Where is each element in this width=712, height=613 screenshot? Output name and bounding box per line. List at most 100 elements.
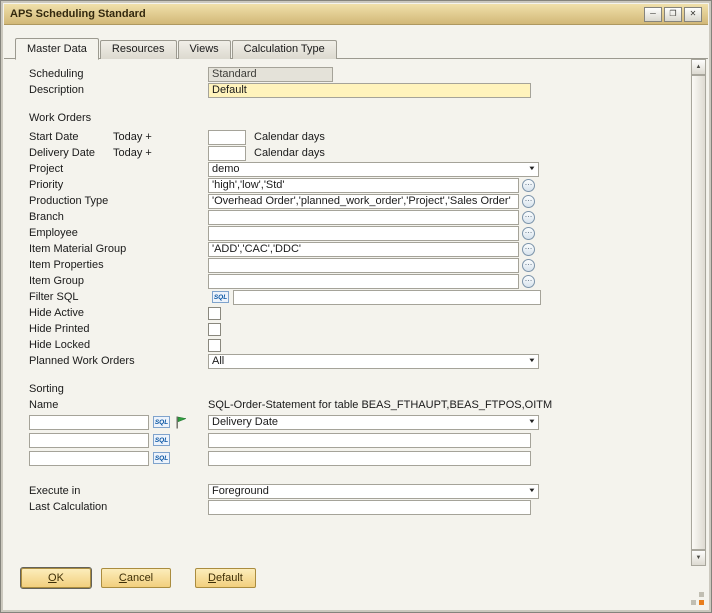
sql-icon[interactable]: SQL (153, 434, 170, 446)
tab-bar: Master Data Resources Views Calculation … (4, 37, 708, 59)
work-orders-section-title: Work Orders (29, 112, 91, 124)
sorting-order-dropdown-1[interactable]: Delivery Date ▼ (208, 415, 539, 430)
window-title: APS Scheduling Standard (10, 8, 146, 20)
sorting-name-input-2[interactable] (29, 433, 149, 448)
close-button[interactable]: ✕ (684, 7, 702, 22)
execute-in-dropdown[interactable]: Foreground ▼ (208, 484, 539, 499)
delivery-date-suffix: Calendar days (254, 147, 325, 159)
scheduling-label: Scheduling (29, 68, 208, 80)
item-properties-row: Item Properties … (29, 257, 672, 273)
chevron-down-icon: ▼ (528, 166, 536, 172)
filter-sql-row: Filter SQL SQL (29, 289, 672, 305)
selection-icon[interactable]: … (522, 179, 535, 192)
selection-icon[interactable]: … (522, 259, 535, 272)
chevron-down-icon: ▼ (528, 358, 536, 364)
planned-work-orders-dropdown[interactable]: All ▼ (208, 354, 539, 369)
priority-label: Priority (29, 179, 208, 191)
hide-active-row: Hide Active (29, 305, 672, 321)
employee-input[interactable] (208, 226, 519, 241)
hide-printed-row: Hide Printed (29, 321, 672, 337)
branch-label: Branch (29, 211, 208, 223)
tab-resources[interactable]: Resources (100, 40, 177, 59)
resize-grip[interactable] (691, 592, 705, 606)
branch-input[interactable] (208, 210, 519, 225)
item-group-label: Item Group (29, 275, 208, 287)
scrollbar-thumb[interactable] (691, 75, 706, 550)
scroll-up-button[interactable]: ▲ (691, 59, 706, 75)
selection-icon[interactable]: … (522, 227, 535, 240)
ok-button[interactable]: OK (21, 568, 91, 588)
sorting-row-3-left: SQL (29, 451, 208, 466)
description-row: Description (29, 82, 672, 98)
sorting-name-label: Name (29, 399, 208, 411)
last-calculation-row: Last Calculation (29, 499, 672, 515)
item-properties-label: Item Properties (29, 259, 208, 271)
vertical-scrollbar[interactable]: ▲ ▼ (690, 59, 707, 566)
aps-scheduling-window: APS Scheduling Standard ─ ❐ ✕ Master Dat… (0, 0, 712, 613)
priority-input[interactable] (208, 178, 519, 193)
project-label: Project (29, 163, 208, 175)
scroll-down-button[interactable]: ▼ (691, 550, 706, 566)
project-dropdown[interactable]: demo ▼ (208, 162, 539, 177)
execute-in-label: Execute in (29, 485, 208, 497)
sql-icon[interactable]: SQL (212, 291, 229, 303)
sorting-order-input-3[interactable] (208, 451, 531, 466)
description-input[interactable] (208, 83, 531, 98)
item-group-input[interactable] (208, 274, 519, 289)
production-type-input[interactable] (208, 194, 519, 209)
last-calculation-input[interactable] (208, 500, 531, 515)
sorting-name-header-row: Name SQL-Order-Statement for table BEAS_… (29, 397, 672, 413)
selection-icon[interactable]: … (522, 275, 535, 288)
last-calculation-label: Last Calculation (29, 501, 208, 513)
delivery-date-row: Delivery Date Today + Calendar days (29, 145, 672, 161)
hide-printed-checkbox[interactable] (208, 323, 221, 336)
branch-row: Branch … (29, 209, 672, 225)
start-date-suffix: Calendar days (254, 131, 325, 143)
sorting-header-row: Sorting (29, 381, 672, 397)
start-date-input[interactable] (208, 130, 246, 145)
tab-master-data[interactable]: Master Data (15, 38, 99, 60)
sorting-row-2: SQL (29, 431, 672, 449)
scheduling-row: Scheduling (29, 66, 672, 82)
start-date-row: Start Date Today + Calendar days (29, 129, 672, 145)
item-material-group-input[interactable] (208, 242, 519, 257)
employee-row: Employee … (29, 225, 672, 241)
production-type-row: Production Type … (29, 193, 672, 209)
default-button[interactable]: Default (195, 568, 256, 588)
scroll-up-icon: ▲ (696, 64, 702, 70)
sorting-order-input-2[interactable] (208, 433, 531, 448)
selection-icon[interactable]: … (522, 195, 535, 208)
selection-icon[interactable]: … (522, 211, 535, 224)
priority-row: Priority … (29, 177, 672, 193)
sql-icon[interactable]: SQL (153, 416, 170, 428)
project-row: Project demo ▼ (29, 161, 672, 177)
sql-icon[interactable]: SQL (153, 452, 170, 464)
planned-work-orders-label: Planned Work Orders (29, 355, 208, 367)
filter-sql-input[interactable] (233, 290, 541, 305)
hide-locked-row: Hide Locked (29, 337, 672, 353)
chevron-down-icon: ▼ (528, 488, 536, 494)
minimize-icon: ─ (650, 10, 656, 18)
delivery-date-today-label: Today + (113, 147, 208, 159)
flag-icon[interactable] (175, 416, 187, 429)
tab-views[interactable]: Views (178, 40, 231, 59)
restore-button[interactable]: ❐ (664, 7, 682, 22)
hide-locked-checkbox[interactable] (208, 339, 221, 352)
sorting-name-input-1[interactable] (29, 415, 149, 430)
delivery-date-label: Delivery Date (29, 147, 113, 159)
scheduling-input[interactable] (208, 67, 333, 82)
cancel-button[interactable]: Cancel (101, 568, 171, 588)
title-bar[interactable]: APS Scheduling Standard ─ ❐ ✕ (4, 4, 708, 25)
tab-calculation-type[interactable]: Calculation Type (232, 40, 337, 59)
item-properties-input[interactable] (208, 258, 519, 273)
description-label: Description (29, 84, 208, 96)
sorting-row-1-left: SQL (29, 415, 208, 430)
hide-active-checkbox[interactable] (208, 307, 221, 320)
minimize-button[interactable]: ─ (644, 7, 662, 22)
sorting-name-input-3[interactable] (29, 451, 149, 466)
delivery-date-input[interactable] (208, 146, 246, 161)
selection-icon[interactable]: … (522, 243, 535, 256)
sorting-row-1: SQL Delivery Date ▼ (29, 413, 672, 431)
start-date-today-label: Today + (113, 131, 208, 143)
sorting-section-title: Sorting (29, 383, 64, 395)
